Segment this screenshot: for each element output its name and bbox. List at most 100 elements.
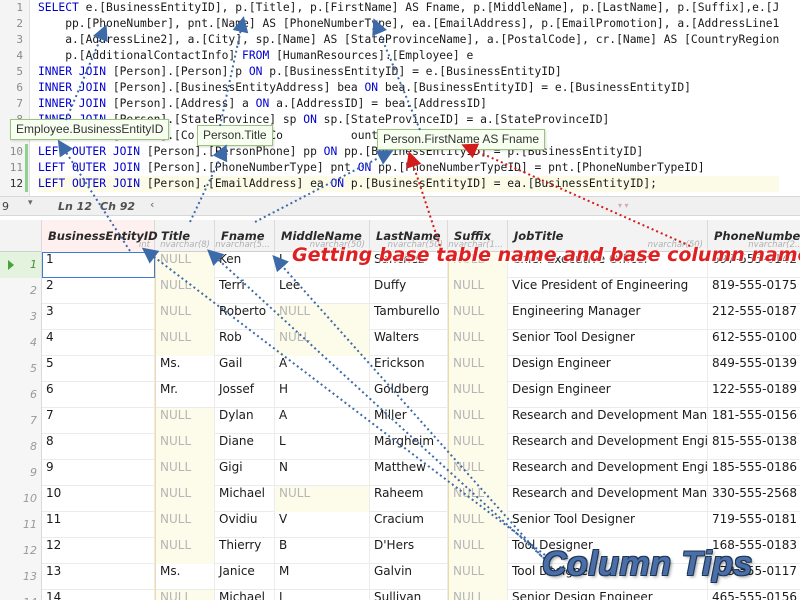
table-cell[interactable]: Matthew <box>370 460 448 486</box>
table-cell[interactable]: Senior Tool Designer <box>508 330 708 356</box>
table-cell[interactable]: NULL <box>448 278 508 304</box>
table-cell[interactable]: Senior Design Engineer <box>508 590 708 600</box>
row-number[interactable]: 1 <box>0 252 42 278</box>
table-cell[interactable]: N <box>275 460 370 486</box>
zoom-dropdown-icon[interactable]: ▾ <box>28 198 33 208</box>
table-cell[interactable]: 2 <box>42 278 155 304</box>
code-line[interactable]: INNER JOIN [Person].[BusinessEntityAddre… <box>38 80 779 96</box>
table-cell[interactable]: Ms. <box>155 356 215 382</box>
table-cell[interactable]: 14 <box>42 590 155 600</box>
table-cell[interactable]: Walters <box>370 330 448 356</box>
table-cell[interactable]: Cracium <box>370 512 448 538</box>
table-row[interactable]: 3 3 NULL Roberto NULL Tamburello NULL Engineeri… <box>0 304 800 330</box>
table-cell[interactable]: Ovidiu <box>215 512 275 538</box>
row-number[interactable]: 7 <box>0 408 42 434</box>
table-cell[interactable]: NULL <box>448 538 508 564</box>
table-cell[interactable]: 12 <box>42 538 155 564</box>
table-cell[interactable]: 185-555-0186 <box>708 460 800 486</box>
table-row[interactable]: 11 11 NULL Ovidiu V Cracium NULL Senior Tool De… <box>0 512 800 538</box>
table-cell[interactable]: Miller <box>370 408 448 434</box>
table-cell[interactable]: Terri <box>215 278 275 304</box>
table-cell[interactable]: NULL <box>448 512 508 538</box>
row-number[interactable]: 13 <box>0 564 42 590</box>
table-cell[interactable]: NULL <box>155 590 215 600</box>
table-row[interactable]: 5 5 Ms. Gail A Erickson NULL Design Engineer 849… <box>0 356 800 382</box>
table-cell[interactable]: M <box>275 564 370 590</box>
table-cell[interactable]: 7 <box>42 408 155 434</box>
splitter-grip-icon[interactable]: ▾ ▾ <box>618 201 629 210</box>
table-cell[interactable]: 719-555-0181 <box>708 512 800 538</box>
table-cell[interactable]: Jossef <box>215 382 275 408</box>
table-cell[interactable]: Research and Development Manag... <box>508 408 708 434</box>
table-cell[interactable]: H <box>275 382 370 408</box>
table-cell[interactable]: Duffy <box>370 278 448 304</box>
table-cell[interactable]: D'Hers <box>370 538 448 564</box>
table-cell[interactable]: Thierry <box>215 538 275 564</box>
table-cell[interactable]: Senior Tool Designer <box>508 512 708 538</box>
code-line[interactable]: pp.[PhoneNumber], pnt.[Name] AS [PhoneNu… <box>38 16 779 32</box>
table-cell[interactable]: Michael <box>215 486 275 512</box>
table-cell[interactable]: NULL <box>448 304 508 330</box>
table-cell[interactable]: 8 <box>42 434 155 460</box>
table-cell[interactable]: Roberto <box>215 304 275 330</box>
row-header-corner[interactable] <box>0 220 42 252</box>
table-cell[interactable]: NULL <box>155 434 215 460</box>
table-cell[interactable]: NULL <box>155 538 215 564</box>
table-cell[interactable]: Galvin <box>370 564 448 590</box>
table-cell[interactable]: Research and Development Engineer <box>508 434 708 460</box>
table-cell[interactable]: Research and Development Engineer <box>508 460 708 486</box>
table-cell[interactable]: L <box>275 434 370 460</box>
table-cell[interactable]: NULL <box>448 590 508 600</box>
row-number[interactable]: 8 <box>0 434 42 460</box>
table-cell[interactable]: 122-555-0189 <box>708 382 800 408</box>
table-cell[interactable]: Gigi <box>215 460 275 486</box>
table-cell[interactable]: NULL <box>155 512 215 538</box>
table-cell[interactable]: I <box>275 590 370 600</box>
sql-code[interactable]: SELECT e.[BusinessEntityID], p.[Title], … <box>38 0 780 192</box>
table-cell[interactable]: B <box>275 538 370 564</box>
table-cell[interactable]: Mr. <box>155 382 215 408</box>
table-cell[interactable]: NULL <box>155 408 215 434</box>
table-cell[interactable]: Diane <box>215 434 275 460</box>
row-number[interactable]: 12 <box>0 538 42 564</box>
table-cell[interactable]: Sullivan <box>370 590 448 600</box>
table-cell[interactable]: 330-555-2568 <box>708 486 800 512</box>
table-cell[interactable]: NULL <box>448 486 508 512</box>
table-cell[interactable]: NULL <box>448 564 508 590</box>
table-cell[interactable]: 212-555-0187 <box>708 304 800 330</box>
table-cell[interactable]: Design Engineer <box>508 356 708 382</box>
sql-editor[interactable]: 123456789101112 SELECT e.[BusinessEntity… <box>0 0 800 196</box>
code-line[interactable]: a.[AddressLine2], a.[City], sp.[Name] AS… <box>38 32 779 48</box>
row-number[interactable]: 5 <box>0 356 42 382</box>
row-number[interactable]: 11 <box>0 512 42 538</box>
table-cell[interactable]: 6 <box>42 382 155 408</box>
table-cell[interactable]: NULL <box>275 330 370 356</box>
table-cell[interactable]: 181-555-0156 <box>708 408 800 434</box>
table-cell[interactable]: V <box>275 512 370 538</box>
result-grid[interactable]: BusinessEntityID int Title nvarchar(8) Fname… <box>0 220 800 600</box>
code-line[interactable]: SELECT e.[BusinessEntityID], p.[Title], … <box>38 0 779 16</box>
code-line[interactable]: LEFT OUTER JOIN [Person].[PhoneNumberTyp… <box>38 160 779 176</box>
table-cell[interactable]: Rob <box>215 330 275 356</box>
table-cell[interactable]: Engineering Manager <box>508 304 708 330</box>
table-cell[interactable]: 10 <box>42 486 155 512</box>
table-row[interactable]: 9 9 NULL Gigi N Matthew NULL Research and Devel… <box>0 460 800 486</box>
table-cell[interactable]: Tamburello <box>370 304 448 330</box>
table-row[interactable]: 4 4 NULL Rob NULL Walters NULL Senior Tool Desi… <box>0 330 800 356</box>
table-cell[interactable]: NULL <box>155 252 215 278</box>
table-cell[interactable]: NULL <box>275 304 370 330</box>
table-cell[interactable]: NULL <box>448 408 508 434</box>
table-cell[interactable]: Design Engineer <box>508 382 708 408</box>
row-number[interactable]: 10 <box>0 486 42 512</box>
table-cell[interactable]: Ms. <box>155 564 215 590</box>
code-line[interactable]: p.[AdditionalContactInfo] FROM [HumanRes… <box>38 48 779 64</box>
table-cell[interactable]: A <box>275 356 370 382</box>
table-row[interactable]: 10 10 NULL Michael NULL Raheem NULL Research an… <box>0 486 800 512</box>
column-header[interactable]: Fname nvarchar(5... <box>215 220 275 252</box>
row-number[interactable]: 6 <box>0 382 42 408</box>
table-cell[interactable]: NULL <box>448 330 508 356</box>
row-number[interactable]: 3 <box>0 304 42 330</box>
table-cell[interactable]: NULL <box>155 330 215 356</box>
table-cell[interactable]: Margheim <box>370 434 448 460</box>
table-cell[interactable]: 5 <box>42 356 155 382</box>
